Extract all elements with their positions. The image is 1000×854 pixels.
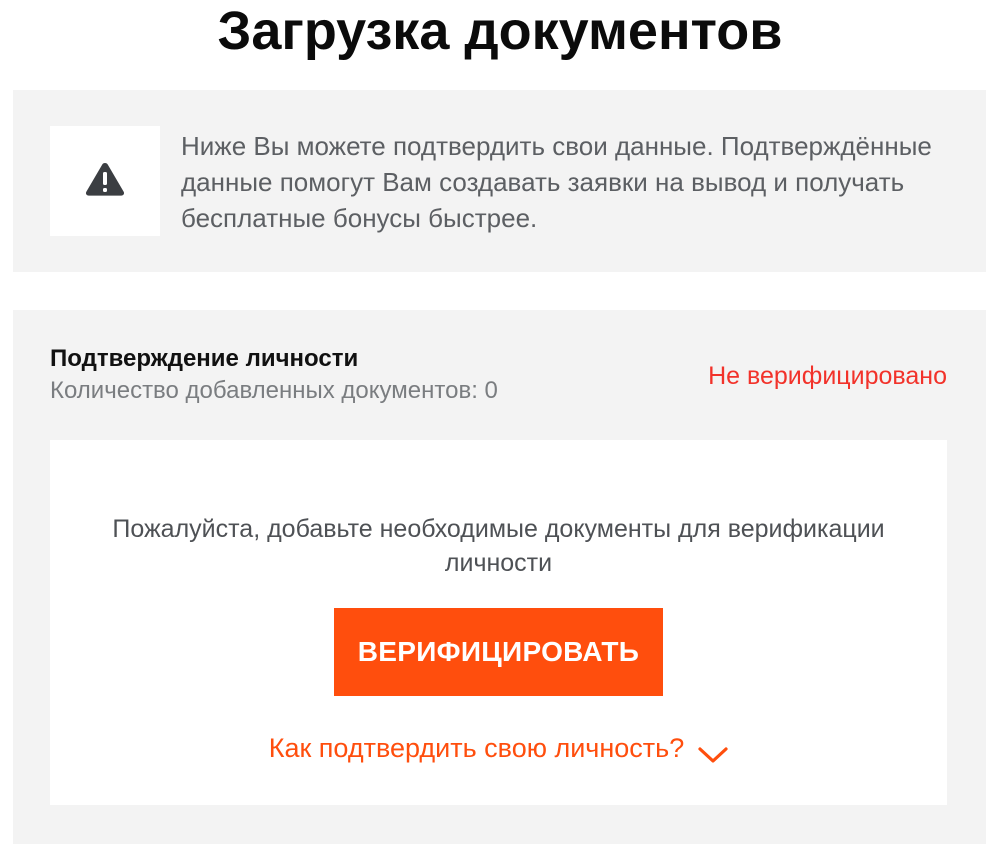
verification-message: Пожалуйста, добавьте необходимые докумен… <box>112 515 885 577</box>
documents-count: Количество добавленных документов: 0 <box>50 377 498 404</box>
how-to-verify-label: Как подтвердить свою личность? <box>268 733 685 763</box>
info-notice: Ниже Вы можете подтвердить свои данные. … <box>13 90 986 272</box>
document-upload-page: Загрузка документов Ниже Вы можете подтв… <box>0 0 1000 854</box>
verification-status: Не верифицировано <box>708 362 947 390</box>
verification-card: Пожалуйста, добавьте необходимые докумен… <box>50 440 947 805</box>
warning-icon <box>85 162 125 201</box>
chevron-down-icon <box>698 738 728 763</box>
identity-verification-section: Подтверждение личности Количество добавл… <box>13 310 986 844</box>
notice-text: Ниже Вы можете подтвердить свои данные. … <box>181 131 932 233</box>
notice-icon-tile <box>50 126 160 236</box>
page-title: Загрузка документов <box>217 1 783 61</box>
verify-button[interactable]: ВЕРИФИЦИРОВАТЬ <box>334 608 663 696</box>
section-title: Подтверждение личности <box>50 345 359 372</box>
how-to-verify-link[interactable]: Как подтвердить свою личность? <box>50 730 947 766</box>
